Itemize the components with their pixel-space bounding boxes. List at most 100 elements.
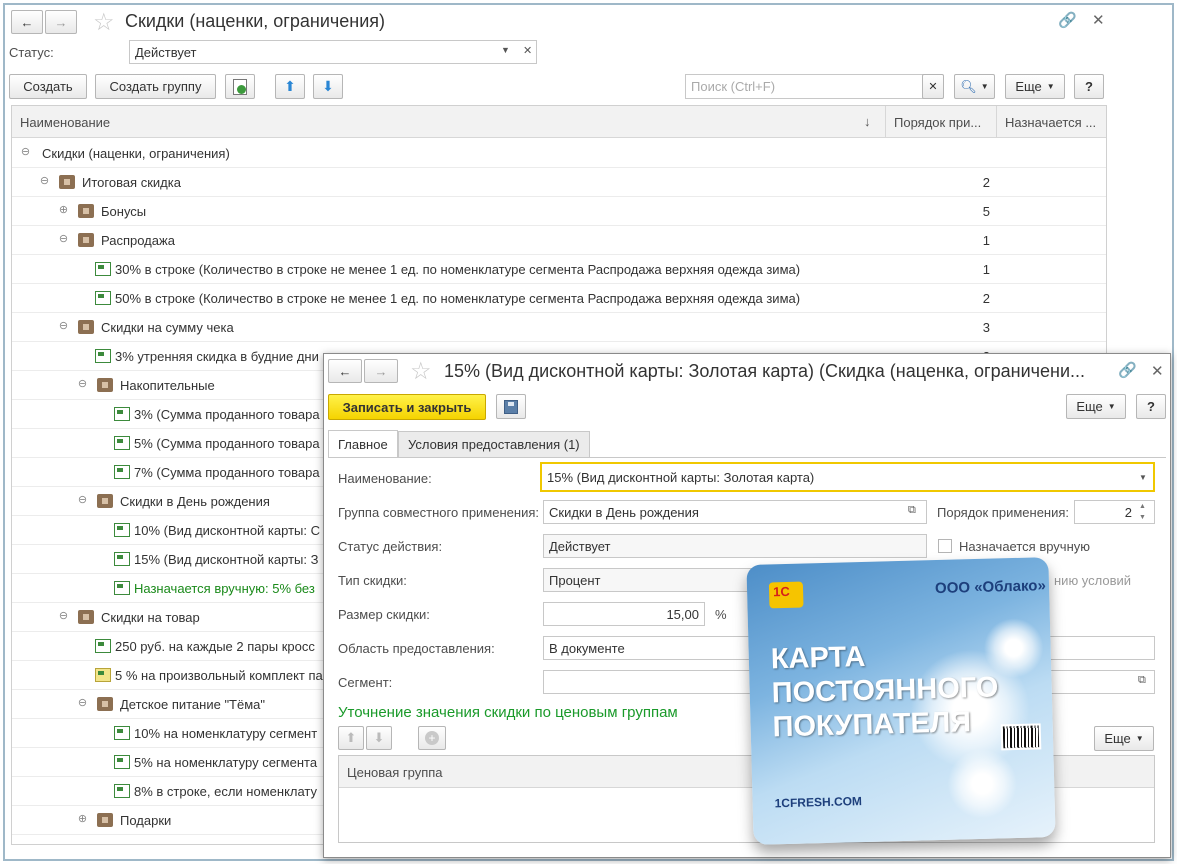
tab-underline [328,457,1166,458]
card-org: ООО «Облако» [934,577,1047,598]
group-label: Группа совместного применения: [338,505,539,520]
dialog-back-button[interactable]: ← [328,359,362,383]
area-label: Область предоставления: [338,641,495,656]
save-button[interactable] [496,394,526,419]
open-form-icon[interactable]: ⧉ [1138,674,1146,687]
grid-add-button[interactable]: + [418,726,446,750]
name-label: Наименование: [338,471,432,486]
arrow-right-icon: → [54,14,68,30]
folder-icon [97,494,113,508]
manual-label: Назначается вручную [959,539,1091,554]
forward-button[interactable]: → [45,10,77,34]
back-button[interactable]: ← [11,10,43,34]
table-row[interactable]: ⊖ Итоговая скидка 2 [12,168,1106,197]
group-field[interactable]: Скидки в День рождения [543,500,927,524]
row-label: 7% (Сумма проданного товара [134,465,320,480]
arrow-left-icon: ← [338,363,352,379]
table-row[interactable]: ⊖ Распродажа 1 [12,226,1106,255]
row-label: Распродажа [101,233,175,248]
favorite-star-icon[interactable]: ☆ [410,357,432,386]
more-button[interactable]: Еще ▼ [1005,74,1065,99]
tab-conditions[interactable]: Условия предоставления (1) [398,431,590,457]
discount-item-icon [114,552,130,566]
barcode-icon [1000,723,1042,751]
move-up-button[interactable]: ⬆ [275,74,305,99]
row-label: 10% (Вид дисконтной карты: С [134,523,320,538]
column-price-group[interactable]: Ценовая группа [347,765,443,780]
grid-more-button[interactable]: Еще ▼ [1094,726,1154,751]
status-value: Действует [135,44,197,60]
size-field[interactable]: 15,00 [543,602,705,626]
folder-icon [97,697,113,711]
dialog-more-button[interactable]: Еще ▼ [1066,394,1126,419]
folder-icon [59,175,75,189]
create-button[interactable]: Создать [9,74,87,99]
tab-main[interactable]: Главное [328,430,398,458]
discount-item-icon [114,523,130,537]
search-clear-button[interactable]: ✕ [922,74,944,99]
column-order[interactable]: Порядок при... [886,106,997,138]
search-icon: 🔍︎ [960,78,977,94]
folder-icon [97,378,113,392]
chevron-down-icon[interactable]: ▼ [1139,473,1147,482]
collapse-icon[interactable]: ⊖ [77,379,88,390]
help-button[interactable]: ? [1074,74,1104,99]
expand-icon[interactable]: ⊕ [77,814,88,825]
table-row[interactable]: ⊖ Скидки (наценки, ограничения) [12,139,1106,168]
size-label: Размер скидки: [338,607,430,622]
discount-item-icon [114,726,130,740]
copy-button[interactable] [225,74,255,99]
spinner-icon[interactable]: ▲ ▼ [1139,501,1146,523]
table-header: Наименование ↓ Порядок при... Назначаетс… [12,106,1106,138]
column-manual[interactable]: Назначается ... [997,106,1106,138]
table-row[interactable]: ⊕ Бонусы 5 [12,197,1106,226]
clear-icon[interactable]: ✕ [523,44,532,57]
open-form-icon[interactable]: ⧉ [908,504,916,517]
table-row[interactable]: 50% в строке (Количество в строке не мен… [12,284,1106,313]
type-field[interactable]: Процент [543,568,763,592]
name-field[interactable]: 15% (Вид дисконтной карты: Золотая карта… [540,462,1155,492]
grid-up-button[interactable]: ⬆ [338,726,364,750]
discount-item-icon [95,639,111,653]
discount-item-icon [114,581,130,595]
link-icon[interactable]: 🔗 [1058,11,1077,29]
collapse-icon[interactable]: ⊖ [77,698,88,709]
sort-arrow-icon: ↓ [864,114,871,129]
table-row[interactable]: ⊖ Скидки на сумму чека 3 [12,313,1106,342]
section-title: Уточнение значения скидки по ценовым гру… [338,704,678,721]
1c-fresh-logo: 1C [768,581,804,609]
folder-icon [78,610,94,624]
favorite-star-icon[interactable]: ☆ [93,8,115,37]
folder-icon [78,204,94,218]
arrow-right-icon: → [374,363,388,379]
close-icon[interactable]: ✕ [1092,11,1105,29]
status-action-field[interactable]: Действует [543,534,927,558]
row-label: 5% (Сумма проданного товара [134,436,320,451]
table-row[interactable]: 30% в строке (Количество в строке не мен… [12,255,1106,284]
column-name[interactable]: Наименование [12,106,886,138]
collapse-icon[interactable]: ⊖ [58,321,69,332]
chevron-down-icon: ▼ [1135,734,1144,743]
link-icon[interactable]: 🔗 [1118,361,1137,379]
manual-checkbox[interactable] [938,539,952,553]
save-and-close-button[interactable]: Записать и закрыть [328,394,486,420]
create-group-button[interactable]: Создать группу [95,74,216,99]
collapse-icon[interactable]: ⊖ [58,234,69,245]
expand-icon[interactable]: ⊕ [58,205,69,216]
search-button[interactable]: 🔍︎ ▼ [954,74,995,99]
search-input[interactable]: Поиск (Ctrl+F) [685,74,924,99]
chevron-down-icon[interactable]: ▼ [501,45,510,55]
close-icon[interactable]: ✕ [1151,362,1164,380]
discount-item-icon [95,262,111,276]
collapse-icon[interactable]: ⊖ [20,147,31,158]
dialog-help-button[interactable]: ? [1136,394,1166,419]
grid-down-button[interactable]: ⬇ [366,726,392,750]
collapse-icon[interactable]: ⊖ [58,611,69,622]
move-down-button[interactable]: ⬇ [313,74,343,99]
folder-icon [78,233,94,247]
collapse-icon[interactable]: ⊖ [77,495,88,506]
status-select[interactable]: Действует [129,40,537,64]
size-unit: % [715,607,727,622]
dialog-forward-button[interactable]: → [364,359,398,383]
collapse-icon[interactable]: ⊖ [39,176,50,187]
